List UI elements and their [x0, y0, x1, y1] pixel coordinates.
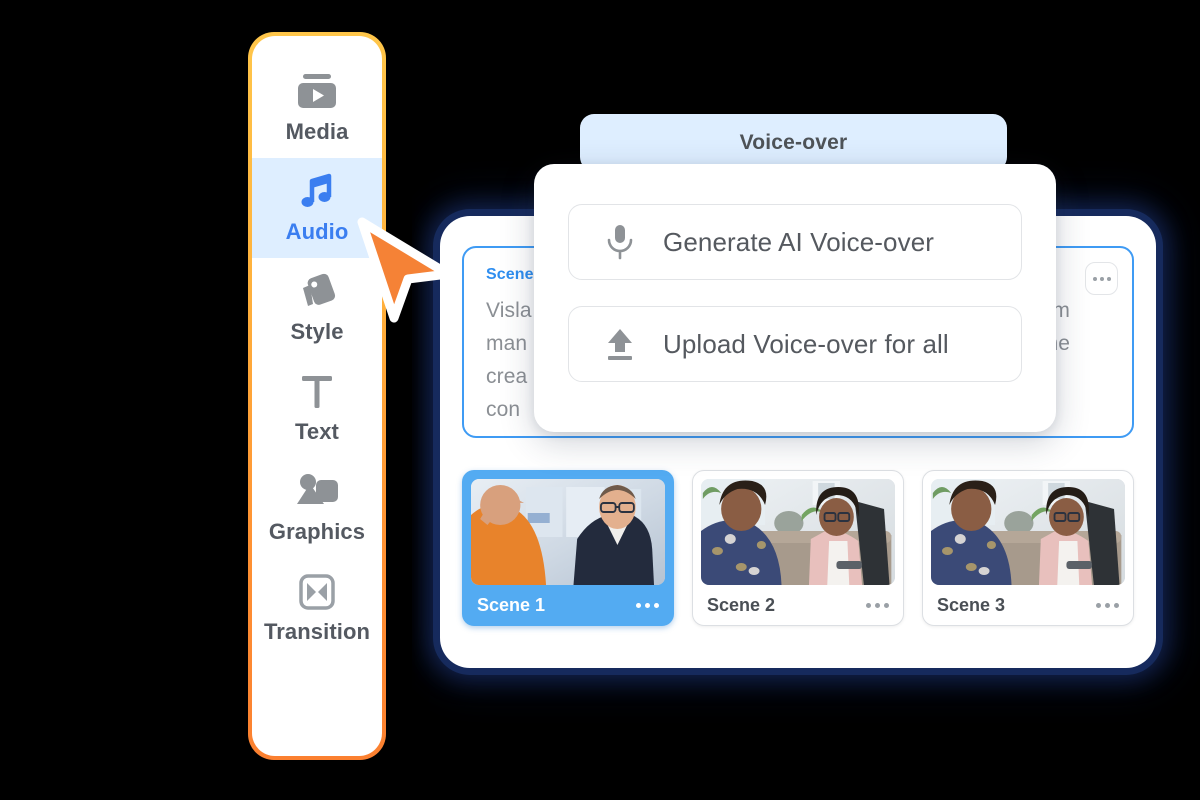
dot-icon: [866, 602, 871, 608]
voice-over-panel-header: Voice-over: [580, 114, 1007, 171]
dot-icon: [1092, 276, 1097, 281]
generate-ai-voice-over-label: Generate AI Voice-over: [663, 226, 935, 257]
scene-more-options-button[interactable]: [866, 602, 889, 608]
dot-icon: [884, 602, 889, 608]
dot-icon: [654, 602, 659, 608]
arrow-cursor: [352, 216, 458, 326]
sidebar-item-text[interactable]: Text: [252, 358, 382, 458]
dot-icon: [1114, 602, 1119, 608]
scene-label: Scene 2: [707, 594, 776, 615]
sidebar-item-label: Text: [294, 419, 339, 444]
sidebar-item-label: Graphics: [268, 519, 366, 544]
scene-thumbnail-image: [931, 479, 1125, 585]
upload-voice-over-for-all-button[interactable]: Upload Voice-over for all: [568, 306, 1022, 382]
scene-footer: Scene 1: [471, 585, 665, 625]
scene-thumbnail-image: [701, 479, 895, 585]
upload-voice-over-label: Upload Voice-over for all: [663, 328, 949, 359]
upload-icon: [605, 327, 649, 361]
scene-thumbnail-card[interactable]: Scene 3: [922, 470, 1134, 626]
scene-more-options-button[interactable]: [1096, 602, 1119, 608]
media-icon: [294, 71, 340, 113]
app-screenshot: Scene 1 Visla man crea con em ne: [0, 0, 1200, 800]
dot-icon: [636, 602, 641, 608]
scene-thumbnail-card[interactable]: Scene 1: [462, 470, 674, 626]
text-t-icon: [296, 371, 338, 413]
sidebar-item-label: Media: [285, 119, 349, 144]
dot-icon: [645, 602, 650, 608]
voice-over-title: Voice-over: [739, 130, 848, 154]
sidebar: Media Audio Style Text Graphics Transiti…: [248, 32, 386, 760]
scene-more-options-button[interactable]: [636, 602, 659, 608]
style-icon: [294, 271, 340, 313]
scene-text-body: Visla man crea con: [486, 299, 532, 421]
dot-icon: [1106, 276, 1111, 281]
generate-ai-voice-over-button[interactable]: Generate AI Voice-over: [568, 204, 1022, 280]
sidebar-outline: Media Audio Style Text Graphics Transiti…: [228, 20, 406, 772]
sidebar-item-label: Audio: [285, 219, 349, 244]
dot-icon: [1105, 602, 1110, 608]
scene-footer: Scene 2: [701, 585, 895, 625]
sidebar-item-graphics[interactable]: Graphics: [252, 458, 382, 558]
scene-thumbnail-image: [471, 479, 665, 585]
sidebar-item-transition[interactable]: Transition: [252, 558, 382, 658]
transition-icon: [295, 571, 339, 613]
sidebar-item-label: Style: [290, 319, 344, 344]
sidebar-item-label: Transition: [263, 619, 371, 644]
scene-label: Scene 1: [477, 594, 546, 615]
dot-icon: [875, 602, 880, 608]
graphics-icon: [294, 471, 340, 513]
scene-card-more-options-button[interactable]: [1085, 262, 1118, 295]
microphone-icon: [605, 223, 649, 261]
scene-strip: Scene 1 Scene 2 Scene 3: [462, 470, 1134, 626]
dot-icon: [1096, 602, 1101, 608]
sidebar-inner: Media Audio Style Text Graphics Transiti…: [252, 36, 382, 756]
scene-label: Scene 3: [937, 594, 1006, 615]
dot-icon: [1099, 276, 1104, 281]
audio-note-icon: [296, 171, 338, 213]
voice-over-menu: Generate AI Voice-over Upload Voice-over…: [534, 164, 1056, 432]
scene-footer: Scene 3: [931, 585, 1125, 625]
scene-thumbnail-card[interactable]: Scene 2: [692, 470, 904, 626]
sidebar-item-media[interactable]: Media: [252, 58, 382, 158]
